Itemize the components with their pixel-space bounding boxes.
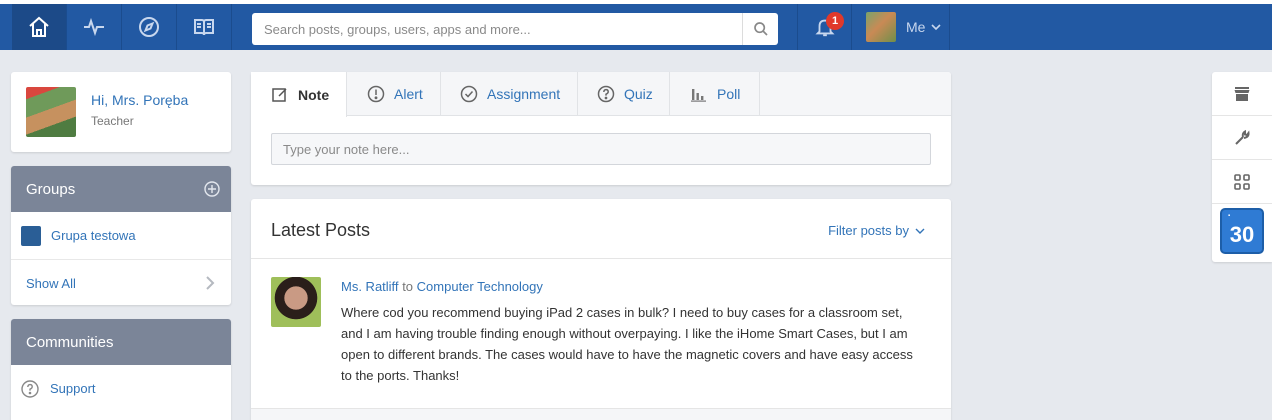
post-footer <box>251 408 951 420</box>
tab-alert-label: Alert <box>394 86 423 102</box>
groups-title: Groups <box>26 180 76 198</box>
profile-greeting[interactable]: Hi, Mrs. Poręba <box>91 92 188 108</box>
filter-label: Filter posts by <box>828 223 909 238</box>
activity-icon <box>84 17 104 37</box>
bar-chart-icon <box>691 89 706 102</box>
tab-alert[interactable]: Alert <box>347 72 441 116</box>
me-menu[interactable]: Me <box>852 4 950 50</box>
search-box <box>252 13 778 45</box>
group-item[interactable]: Grupa testowa <box>11 212 231 259</box>
store-button[interactable] <box>1212 72 1272 116</box>
post-author-link[interactable]: Ms. Ratliff <box>341 279 399 294</box>
post-composer: Note Alert Assignment Quiz Poll Type you… <box>251 72 951 185</box>
communities-header: Communities <box>11 319 231 365</box>
tab-poll-label: Poll <box>717 86 741 102</box>
search-input[interactable] <box>252 13 742 45</box>
alert-icon <box>367 85 385 103</box>
discover-nav-button[interactable] <box>122 4 177 50</box>
chevron-right-icon <box>206 276 215 290</box>
tab-assignment-label: Assignment <box>487 86 561 102</box>
post-item: Ms. Ratliff to Computer Technology Where… <box>251 260 951 410</box>
profile-role: Teacher <box>91 114 134 128</box>
compass-icon <box>139 17 159 37</box>
activity-nav-button[interactable] <box>67 4 122 50</box>
latest-posts-feed: Latest Posts Filter posts by Ms. Ratliff… <box>251 199 951 420</box>
calendar-button[interactable]: ▪ 30 <box>1220 208 1264 254</box>
chevron-down-icon <box>931 24 942 31</box>
tools-button[interactable] <box>1212 116 1272 160</box>
wrench-icon <box>1235 129 1250 145</box>
apps-button[interactable] <box>1212 160 1272 204</box>
group-color-square <box>21 225 41 246</box>
feed-header: Latest Posts Filter posts by <box>251 199 951 259</box>
communities-title: Communities <box>26 333 114 351</box>
search-button[interactable] <box>742 13 778 45</box>
check-icon <box>460 85 478 103</box>
profile-card: Hi, Mrs. Poręba Teacher <box>11 72 231 152</box>
grid-icon <box>1234 173 1250 190</box>
me-label: Me <box>906 19 926 35</box>
communities-panel: Communities Support <box>11 319 231 420</box>
store-icon <box>1234 86 1250 101</box>
home-nav-button[interactable] <box>12 4 67 50</box>
post-author-avatar[interactable] <box>271 277 321 327</box>
post-group-link[interactable]: Computer Technology <box>417 279 543 294</box>
profile-avatar[interactable] <box>26 87 76 137</box>
notifications-button[interactable]: 1 <box>797 4 852 50</box>
show-all-label: Show All <box>26 275 76 291</box>
top-nav: 1 Me <box>0 4 1272 50</box>
library-nav-button[interactable] <box>177 4 232 50</box>
feed-title: Latest Posts <box>271 220 371 240</box>
post-connector: to <box>402 279 414 294</box>
notification-badge: 1 <box>826 12 844 30</box>
right-toolbar: ▪ 30 <box>1212 72 1272 262</box>
tab-poll[interactable]: Poll <box>670 72 760 116</box>
calendar-day: 30 <box>1229 222 1255 247</box>
tab-quiz[interactable]: Quiz <box>578 72 670 116</box>
calendar-icon: ▪ <box>1228 213 1231 219</box>
tab-note-label: Note <box>298 86 330 103</box>
show-all-groups[interactable]: Show All <box>11 259 231 306</box>
tab-quiz-label: Quiz <box>624 86 653 102</box>
home-icon <box>29 16 49 37</box>
groups-panel: Groups Grupa testowa Show All <box>11 166 231 305</box>
composer-tabs: Note Alert Assignment Quiz Poll <box>251 72 951 117</box>
question-circle-icon <box>597 85 615 103</box>
community-item-support[interactable]: Support <box>11 365 231 412</box>
community-item-label: Support <box>50 381 96 396</box>
note-icon <box>272 87 287 102</box>
note-input[interactable]: Type your note here... <box>271 133 931 165</box>
chevron-down-icon <box>915 228 925 234</box>
avatar <box>866 12 896 42</box>
tab-note[interactable]: Note <box>251 72 347 117</box>
question-icon <box>21 379 39 398</box>
post-body: Where cod you recommend buying iPad 2 ca… <box>341 305 913 383</box>
filter-posts-dropdown[interactable]: Filter posts by <box>828 223 925 238</box>
tab-assignment[interactable]: Assignment <box>441 72 578 116</box>
group-item-label: Grupa testowa <box>51 228 136 243</box>
add-group-icon[interactable] <box>204 181 220 197</box>
groups-header: Groups <box>11 166 231 212</box>
search-icon <box>753 22 768 36</box>
book-icon <box>194 19 214 36</box>
post-meta: Ms. Ratliff to Computer Technology <box>341 279 543 294</box>
